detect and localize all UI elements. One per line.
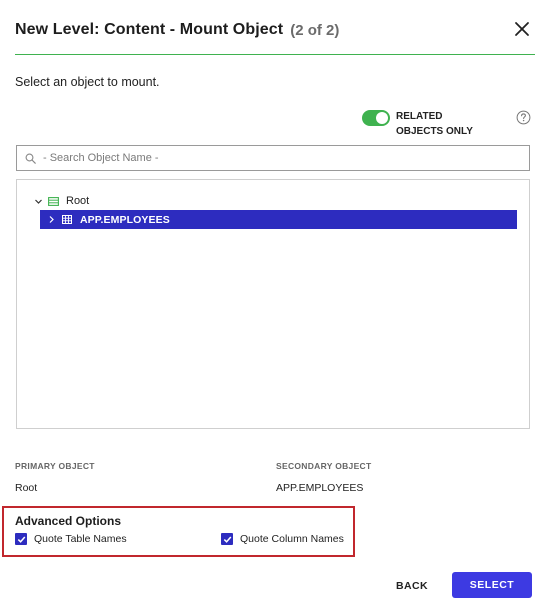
secondary-object-value: APP.EMPLOYEES [276, 482, 364, 494]
search-box [16, 145, 530, 171]
quote-column-names-label: Quote Column Names [240, 533, 344, 545]
object-tree: Root APP.EMPLOYEES [16, 179, 530, 429]
header-divider [15, 54, 535, 55]
dialog-step: (2 of 2) [290, 21, 340, 39]
primary-object-value: Root [15, 482, 38, 494]
advanced-options-title: Advanced Options [15, 514, 122, 528]
tree-node-label: Root [66, 195, 90, 207]
quote-table-names-option[interactable]: Quote Table Names [15, 533, 127, 545]
select-button[interactable]: SELECT [452, 572, 532, 598]
quote-table-names-checkbox[interactable] [15, 533, 27, 545]
tree-node-label: APP.EMPLOYEES [80, 213, 170, 226]
tree-node-app-employees[interactable]: APP.EMPLOYEES [40, 210, 517, 229]
search-icon [25, 153, 36, 164]
table-icon [62, 215, 72, 224]
chevron-right-icon[interactable] [47, 215, 56, 224]
close-icon[interactable] [513, 20, 531, 38]
search-input[interactable] [43, 152, 503, 164]
quote-column-names-checkbox[interactable] [221, 533, 233, 545]
mount-object-dialog: New Level: Content - Mount Object (2 of … [0, 0, 550, 615]
instruction-text: Select an object to mount. [15, 75, 160, 89]
dialog-title: New Level: Content - Mount Object [15, 21, 284, 38]
dialog-header: New Level: Content - Mount Object (2 of … [15, 18, 535, 42]
related-objects-toggle-row: RELATED OBJECTS ONLY [362, 110, 491, 139]
related-objects-toggle[interactable] [362, 110, 390, 126]
checkmark-icon [223, 536, 231, 543]
schema-icon [48, 196, 59, 206]
primary-object-heading: PRIMARY OBJECT [15, 461, 95, 471]
tree-node-root[interactable]: Root [34, 191, 89, 211]
checkmark-icon [17, 536, 25, 543]
back-button[interactable]: BACK [384, 574, 440, 597]
help-icon[interactable] [516, 110, 531, 125]
quote-table-names-label: Quote Table Names [34, 533, 127, 545]
toggle-knob [376, 112, 388, 124]
quote-column-names-option[interactable]: Quote Column Names [221, 533, 344, 545]
chevron-down-icon[interactable] [34, 197, 43, 206]
related-objects-label: RELATED OBJECTS ONLY [396, 111, 473, 137]
secondary-object-heading: SECONDARY OBJECT [276, 461, 372, 471]
